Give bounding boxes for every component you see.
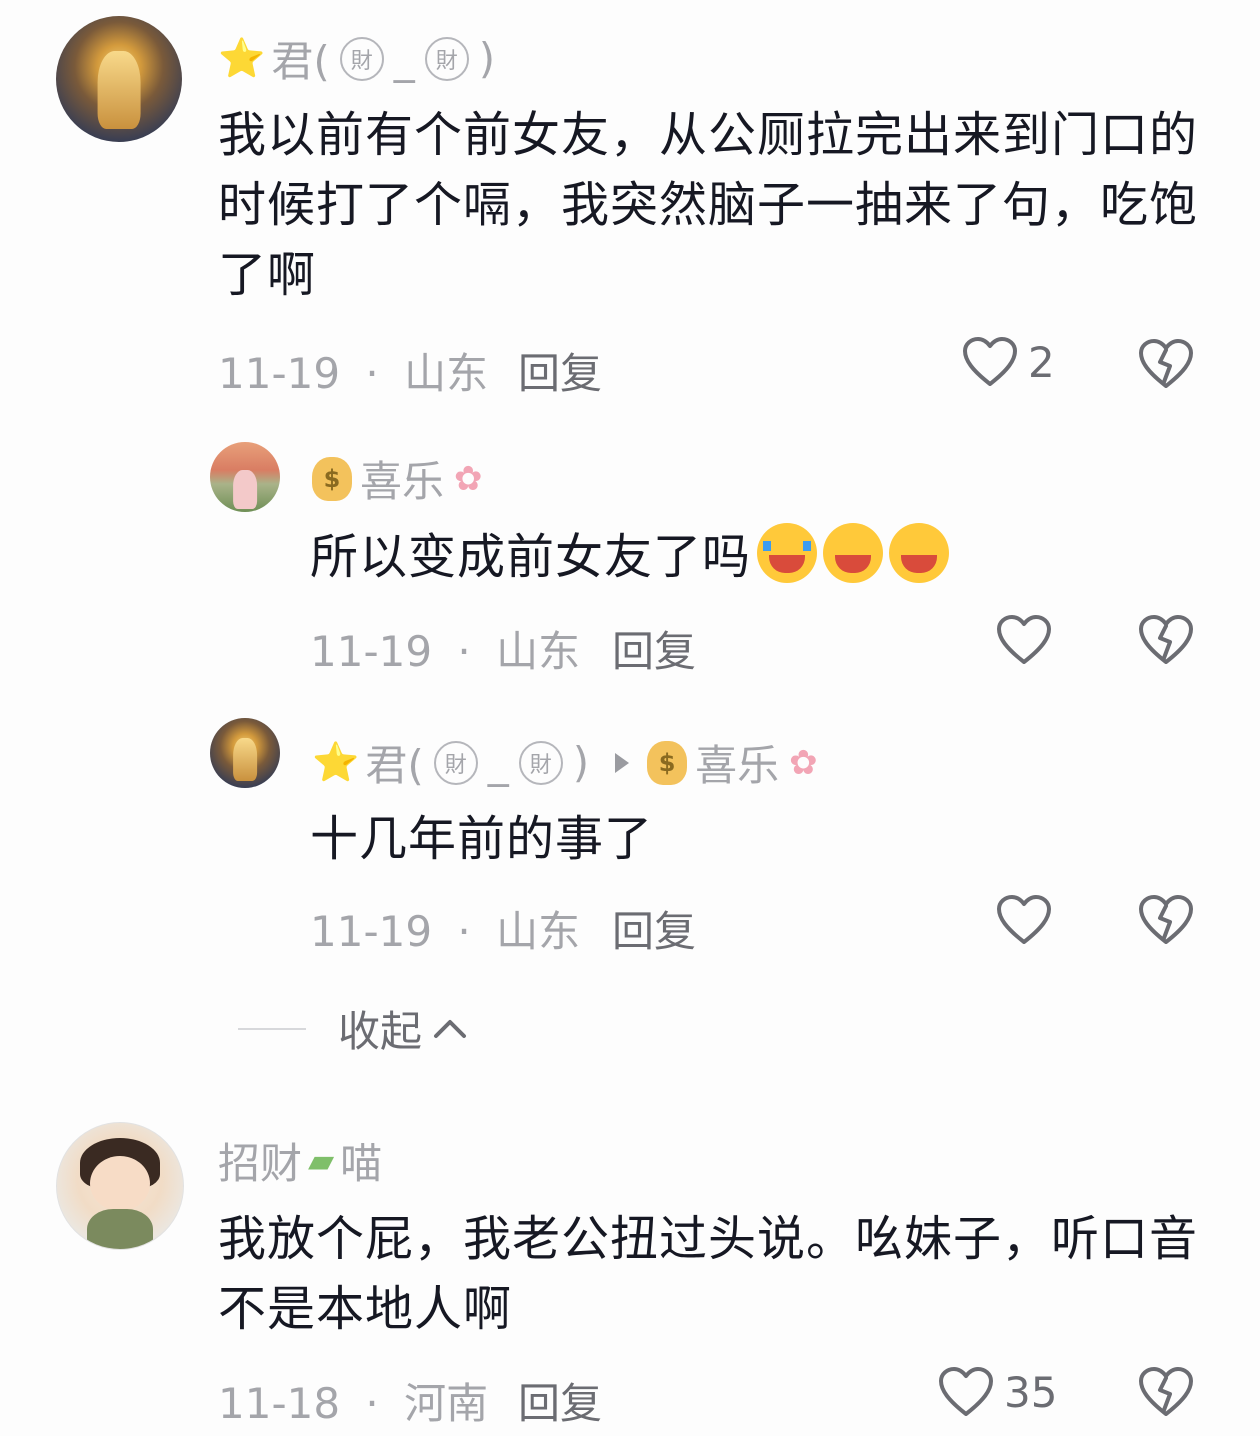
like-button[interactable] xyxy=(996,614,1052,666)
rofl-emoji xyxy=(889,523,950,583)
reply-arrow-icon xyxy=(615,752,630,773)
chevron-up-icon xyxy=(434,1019,467,1038)
heart-outline-icon xyxy=(997,615,1051,664)
collapse-label: 收起 xyxy=(338,1007,423,1056)
username-text: ) xyxy=(478,34,496,83)
username-text: 招财 xyxy=(218,1139,303,1188)
avatar[interactable] xyxy=(56,1122,184,1250)
heart-outline-icon xyxy=(963,337,1017,386)
username-text: 君( xyxy=(365,741,424,790)
meta-dot: · xyxy=(365,349,379,398)
like-button[interactable]: 2 xyxy=(962,336,1055,388)
reply-button[interactable]: 回复 xyxy=(612,898,696,959)
comment-location: 山东 xyxy=(496,907,581,956)
like-button[interactable] xyxy=(996,894,1052,946)
username[interactable]: ⭐ 君( 財 _ 財 ) 喜乐 ✿ xyxy=(312,732,818,793)
comment-meta: 11-18 · 河南 xyxy=(218,1370,488,1431)
comment-location: 河南 xyxy=(404,1379,489,1428)
comment-date: 11-18 xyxy=(218,1379,341,1428)
avatar-figure xyxy=(97,51,141,130)
username-text: ) xyxy=(572,738,590,787)
loudly-crying-emoji xyxy=(757,523,818,583)
comment-text: 我以前有个前女友，从公厕拉完出来到门口的时候打了个嗝，我突然脑子一抽来了句，吃饱… xyxy=(218,107,1199,303)
star-icon: ⭐ xyxy=(312,740,360,784)
rofl-emoji xyxy=(823,523,884,583)
like-button[interactable]: 35 xyxy=(938,1366,1057,1418)
username[interactable]: 喜乐 ✿ xyxy=(312,448,483,509)
money-bag-icon xyxy=(647,740,688,785)
comment-text: 我放个屁，我老公扭过头说。吆妹子，听口音不是本地人啊 xyxy=(218,1211,1199,1337)
username-text: 君( xyxy=(271,37,330,86)
broken-heart-icon xyxy=(1139,1367,1193,1416)
dislike-button[interactable] xyxy=(1138,338,1194,394)
heart-outline-icon xyxy=(997,895,1051,944)
username-separator: _ xyxy=(393,34,415,83)
collapse-replies-button[interactable]: 收起 xyxy=(238,998,470,1059)
broken-heart-icon xyxy=(1139,615,1193,664)
comment-text: 所以变成前女友了吗 xyxy=(310,522,1210,592)
money-with-wings-icon: ▰ xyxy=(308,1140,335,1181)
meta-dot: · xyxy=(365,1379,379,1428)
comment-text-content: 所以变成前女友了吗 xyxy=(310,529,752,585)
avatar[interactable] xyxy=(56,16,182,142)
lotus-icon: ✿ xyxy=(789,742,818,783)
dislike-button[interactable] xyxy=(1138,1366,1194,1422)
comment-location: 山东 xyxy=(496,627,581,676)
collapse-divider xyxy=(238,1027,306,1030)
username-separator: _ xyxy=(487,738,509,787)
avatar-face xyxy=(89,1155,151,1212)
reply-to-username[interactable]: 喜乐 xyxy=(695,732,779,793)
avatar-figure xyxy=(233,470,257,510)
broken-heart-icon xyxy=(1139,895,1193,944)
circled-char: 財 xyxy=(433,740,478,785)
meta-dot: · xyxy=(457,627,471,676)
comment-location: 山东 xyxy=(404,349,489,398)
comment-date: 11-19 xyxy=(218,349,341,398)
reply-button[interactable]: 回复 xyxy=(612,618,696,679)
dislike-button[interactable] xyxy=(1138,614,1194,670)
avatar-figure xyxy=(233,737,257,781)
username[interactable]: 招财 ▰ 喵 xyxy=(218,1130,382,1191)
comment-text: 十几年前的事了 xyxy=(310,811,654,867)
like-count: 2 xyxy=(1028,337,1055,387)
star-icon: ⭐ xyxy=(218,36,266,80)
circled-char: 財 xyxy=(339,36,384,81)
comment-meta: 11-19 · 山东 xyxy=(218,340,488,401)
avatar[interactable] xyxy=(210,442,280,512)
money-bag-icon xyxy=(312,456,352,501)
lotus-icon: ✿ xyxy=(454,458,483,499)
reply-button[interactable]: 回复 xyxy=(518,340,602,401)
like-count: 35 xyxy=(1004,1367,1058,1417)
reply-button[interactable]: 回复 xyxy=(518,1370,602,1431)
username-text: 喜乐 xyxy=(360,457,445,506)
avatar-body xyxy=(87,1208,153,1249)
comment-meta: 11-19 · 山东 xyxy=(310,618,580,679)
username[interactable]: ⭐ 君( 財 _ 財 ) xyxy=(218,28,495,89)
dislike-button[interactable] xyxy=(1138,894,1194,950)
heart-outline-icon xyxy=(939,1367,993,1416)
comment-date: 11-19 xyxy=(310,907,433,956)
circled-char: 財 xyxy=(424,36,469,81)
comment-meta: 11-19 · 山东 xyxy=(310,898,580,959)
broken-heart-icon xyxy=(1139,339,1193,388)
username-text: 喵 xyxy=(340,1139,383,1188)
comment-date: 11-19 xyxy=(310,627,433,676)
circled-char: 財 xyxy=(518,740,563,785)
avatar[interactable] xyxy=(210,718,280,788)
meta-dot: · xyxy=(457,907,471,956)
